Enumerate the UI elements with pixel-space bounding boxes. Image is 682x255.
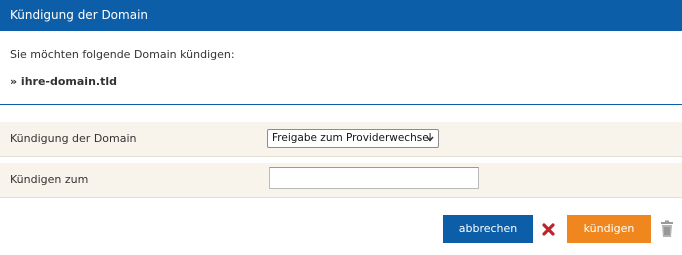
submit-button[interactable]: kündigen bbox=[567, 215, 651, 243]
termination-type-select[interactable]: Freigabe zum Providerwechsel bbox=[267, 129, 439, 148]
form-row-termination-date: Kündigen zum bbox=[0, 163, 682, 198]
form-row-termination-type: Kündigung der Domain Freigabe zum Provid… bbox=[0, 122, 682, 157]
trash-icon[interactable] bbox=[660, 220, 674, 238]
intro-text: Sie möchten folgende Domain kündigen: bbox=[10, 48, 235, 61]
cancel-button[interactable]: abbrechen bbox=[443, 215, 533, 243]
section-divider bbox=[0, 104, 682, 105]
termination-type-selected: Freigabe zum Providerwechsel bbox=[272, 132, 432, 144]
termination-date-label: Kündigen zum bbox=[10, 173, 89, 186]
domain-name: » ihre-domain.tld bbox=[10, 75, 117, 88]
page-title: Kündigung der Domain bbox=[10, 8, 149, 22]
termination-type-label: Kündigung der Domain bbox=[10, 132, 137, 145]
close-icon[interactable] bbox=[541, 222, 556, 237]
header-bar: Kündigung der Domain bbox=[0, 0, 682, 31]
chevron-down-icon bbox=[426, 136, 434, 142]
termination-date-input[interactable] bbox=[269, 167, 479, 189]
